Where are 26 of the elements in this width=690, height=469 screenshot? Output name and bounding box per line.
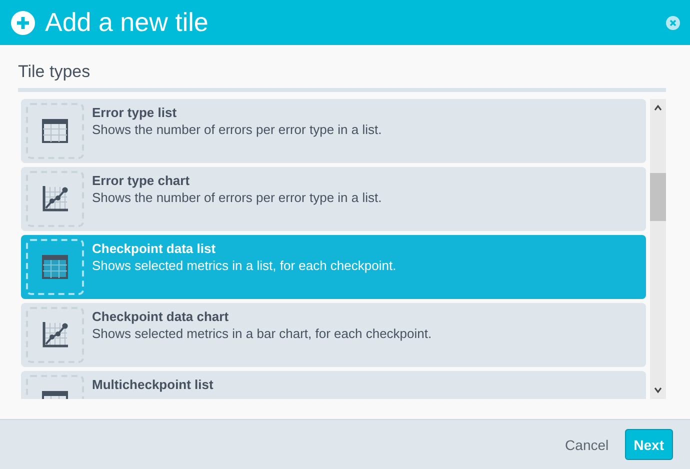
tile-title: Error type chart — [92, 173, 191, 189]
tile-title: Multicheckpoint list — [92, 377, 214, 393]
tile-title: Error type list — [92, 105, 178, 121]
tile-option[interactable]: Error type chart Shows the number of errors per error type in a list. — [21, 167, 646, 231]
plus-circle-icon — [11, 10, 35, 34]
tile-option[interactable]: Multicheckpoint list — [21, 371, 646, 399]
close-button[interactable] — [666, 16, 680, 30]
table-icon — [42, 255, 68, 279]
cancel-button[interactable]: Cancel — [563, 432, 611, 456]
scrollbar[interactable] — [650, 99, 666, 399]
tile-description: Shows selected metrics in a bar chart, for each checkpoint. — [92, 325, 432, 343]
tile-option[interactable]: Error type list Shows the number of errors per error type in a list. — [21, 99, 646, 163]
line-chart-icon — [41, 321, 69, 349]
tile-title: Checkpoint data chart — [92, 309, 230, 325]
scroll-up-icon[interactable] — [653, 104, 663, 112]
tile-title: Checkpoint data list — [92, 241, 217, 257]
table-icon — [42, 119, 68, 143]
tile-description: Shows selected metrics in a list, for each checkpoint. — [92, 257, 396, 275]
section-title: Tile types — [18, 62, 666, 92]
line-chart-icon — [41, 185, 69, 213]
dialog-title: Add a new tile — [45, 7, 210, 38]
tile-description: Shows the number of errors per error type in a list. — [92, 189, 382, 207]
scroll-down-icon[interactable] — [653, 386, 663, 394]
scroll-thumb[interactable] — [650, 173, 666, 221]
tile-option[interactable]: Checkpoint data chart Shows selected metrics in a bar chart, for each checkpoint. — [21, 303, 646, 367]
tile-description: Shows the number of errors per error type in a list. — [92, 121, 382, 139]
